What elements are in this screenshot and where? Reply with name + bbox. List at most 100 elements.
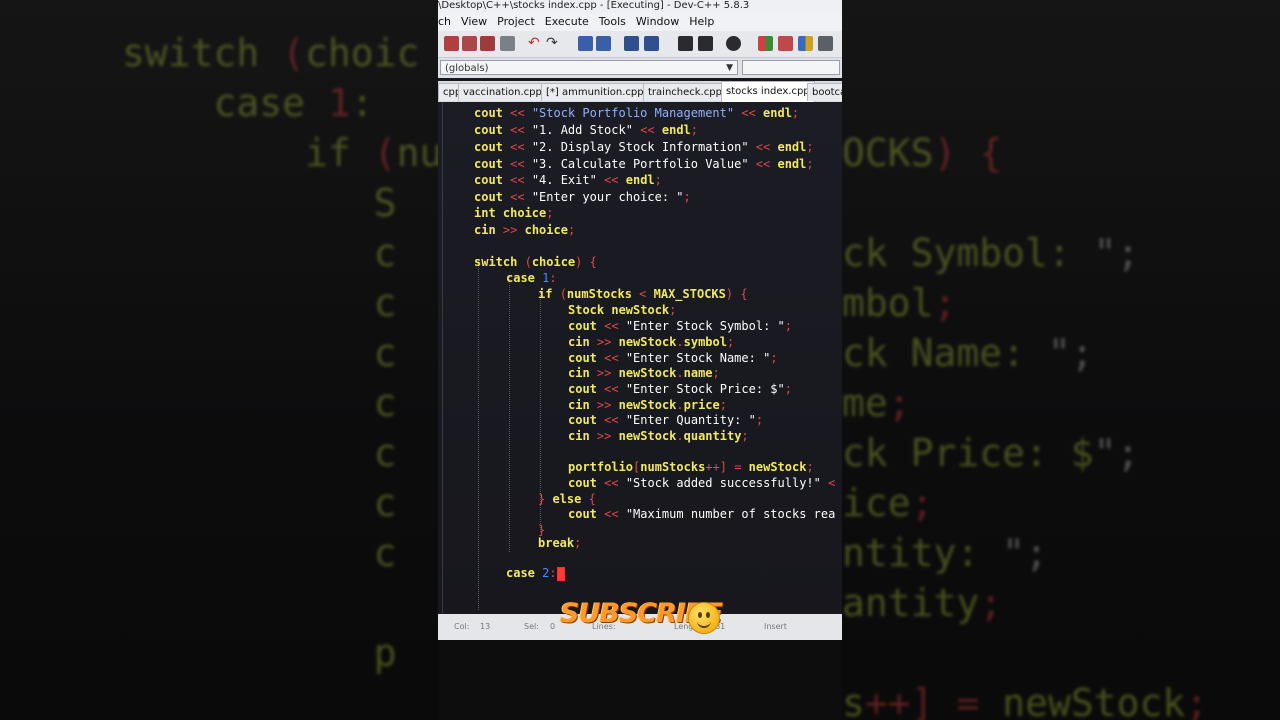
code-line[interactable]: switch (choice) { — [474, 254, 597, 270]
blurred-code-text: ice — [842, 481, 911, 525]
code-token: "Enter your choice: " — [531, 190, 684, 204]
code-token: << — [755, 157, 778, 171]
code-token: switch — [474, 255, 525, 269]
code-line[interactable]: break; — [538, 535, 581, 551]
blurred-code-text: ( — [282, 31, 306, 75]
code-line[interactable]: cin >> newStock.name; — [568, 365, 720, 381]
save-icon[interactable] — [480, 36, 495, 51]
code-line[interactable]: cout << "Enter Stock Name: "; — [568, 350, 778, 366]
forward-icon[interactable] — [698, 36, 713, 51]
code-token: . — [676, 398, 684, 412]
code-line[interactable]: cout << "1. Add Stock" << endl; — [474, 122, 698, 138]
compile-icon[interactable] — [758, 36, 773, 51]
code-token: << — [510, 173, 532, 187]
blurred-code-text: case — [122, 81, 328, 125]
code-line[interactable]: cout << "Stock Portfolio Management" << … — [474, 105, 799, 121]
rebuild-icon[interactable] — [818, 36, 833, 51]
code-token: ; — [806, 157, 814, 171]
menu-item-tools[interactable]: Tools — [599, 13, 626, 31]
tab-bootca[interactable]: bootca — [807, 83, 842, 101]
code-line[interactable]: cout << "4. Exit" << endl; — [474, 172, 662, 188]
code-line[interactable]: int choice; — [474, 205, 553, 221]
chevron-down-icon[interactable]: ▼ — [726, 61, 733, 76]
col-label: Col: — [454, 622, 470, 631]
menu-item-execute[interactable]: Execute — [545, 13, 589, 31]
code-token: cout — [474, 140, 511, 154]
code-token: Stock newStock — [568, 303, 670, 317]
bookmark-icon[interactable] — [726, 36, 741, 51]
new-file-icon[interactable] — [444, 36, 459, 51]
code-token: . — [676, 366, 684, 380]
code-line[interactable]: if (numStocks < MAX_STOCKS) { — [538, 286, 748, 302]
code-line[interactable]: cout << "Enter your choice: "; — [474, 189, 691, 205]
menu-item-help[interactable]: Help — [689, 13, 714, 31]
code-editor[interactable]: cout << "Stock Portfolio Management" << … — [438, 102, 842, 614]
indent-icon[interactable] — [624, 36, 639, 51]
blurred-code-text: ; — [979, 581, 1003, 625]
code-token: << — [604, 382, 626, 396]
code-line[interactable]: cout << "2. Display Stock Information" <… — [474, 139, 814, 155]
code-token: << — [604, 173, 626, 187]
blurred-code-text: choic — [305, 31, 420, 75]
menu-item-view[interactable]: View — [461, 13, 487, 31]
code-line[interactable]: cin >> newStock.price; — [568, 397, 727, 413]
code-line[interactable]: } else { — [538, 491, 596, 507]
scope-dropdown[interactable]: (globals) ▼ — [440, 60, 738, 75]
text-cursor — [556, 566, 565, 581]
code-token: choice — [524, 223, 568, 237]
blurred-code-text: ck Price: $ — [842, 431, 1094, 475]
code-token: << — [640, 123, 662, 137]
undo-icon[interactable]: ↶ — [528, 36, 543, 51]
code-token: newStock — [618, 335, 677, 349]
code-token: cout — [474, 190, 511, 204]
code-token: << — [510, 123, 532, 137]
replace-icon[interactable] — [596, 36, 611, 51]
menu-item-ch[interactable]: ch — [438, 13, 451, 31]
run-icon[interactable] — [778, 36, 793, 51]
code-token: newStock — [618, 366, 677, 380]
blurred-code-text: c — [122, 281, 397, 325]
menu-item-project[interactable]: Project — [497, 13, 535, 31]
tab-vaccination-cpp[interactable]: vaccination.cpp — [458, 83, 547, 101]
code-line[interactable]: portfolio[numStocks++] = newStock; — [568, 459, 814, 475]
tab-ammunition-cpp[interactable]: [*] ammunition.cpp — [541, 83, 649, 101]
code-line[interactable]: Stock newStock; — [568, 302, 676, 318]
toolbar: ↶ ↷ — [438, 31, 842, 58]
blurred-code-text: me — [842, 381, 888, 425]
blurred-code-text — [956, 131, 979, 175]
code-token: >> — [596, 335, 619, 349]
blurred-code-text: ck Name: — [842, 331, 1048, 375]
code-line[interactable]: cout << "Maximum number of stocks rea — [568, 506, 835, 522]
print-icon[interactable] — [500, 36, 515, 51]
code-token: >> — [502, 223, 525, 237]
blurred-code-text: antity — [842, 581, 980, 625]
tab-traincheck-cpp[interactable]: traincheck.cpp — [643, 83, 727, 101]
function-dropdown[interactable] — [742, 60, 840, 75]
tab-stocks-index-cpp[interactable]: stocks index.cpp — [721, 81, 815, 102]
code-line[interactable]: case 1: — [506, 270, 557, 286]
code-line[interactable]: cout << "3. Calculate Portfolio Value" <… — [474, 156, 814, 172]
code-line[interactable]: cin >> newStock.symbol; — [568, 334, 734, 350]
code-line[interactable]: cout << "Stock added successfully!" < — [568, 475, 835, 491]
code-line[interactable]: cout << "Enter Stock Price: $"; — [568, 381, 792, 397]
code-line[interactable]: case 2: — [506, 565, 565, 581]
open-icon[interactable] — [462, 36, 477, 51]
code-line[interactable]: cout << "Enter Quantity: "; — [568, 412, 763, 428]
blurred-code-text: ; — [887, 381, 911, 425]
unindent-icon[interactable] — [644, 36, 659, 51]
code-line[interactable]: cout << "Enter Stock Symbol: "; — [568, 318, 792, 334]
code-line[interactable]: cin >> choice; — [474, 222, 575, 238]
menu-item-window[interactable]: Window — [636, 13, 679, 31]
search-icon[interactable] — [578, 36, 593, 51]
code-token: << — [604, 476, 626, 490]
blurred-code-right: OCKS) { ck Symbol: "; mbol; ck Name: "; … — [842, 128, 1208, 720]
code-token: ; — [726, 335, 735, 349]
compile-run-icon[interactable] — [798, 36, 813, 51]
code-line[interactable]: cin >> newStock.quantity; — [568, 428, 749, 444]
code-token: ; — [683, 190, 691, 204]
code-token: } — [538, 492, 553, 506]
back-icon[interactable] — [678, 36, 693, 51]
code-token: ( — [559, 287, 567, 301]
code-token: if — [538, 287, 560, 301]
redo-icon[interactable]: ↷ — [546, 36, 561, 51]
